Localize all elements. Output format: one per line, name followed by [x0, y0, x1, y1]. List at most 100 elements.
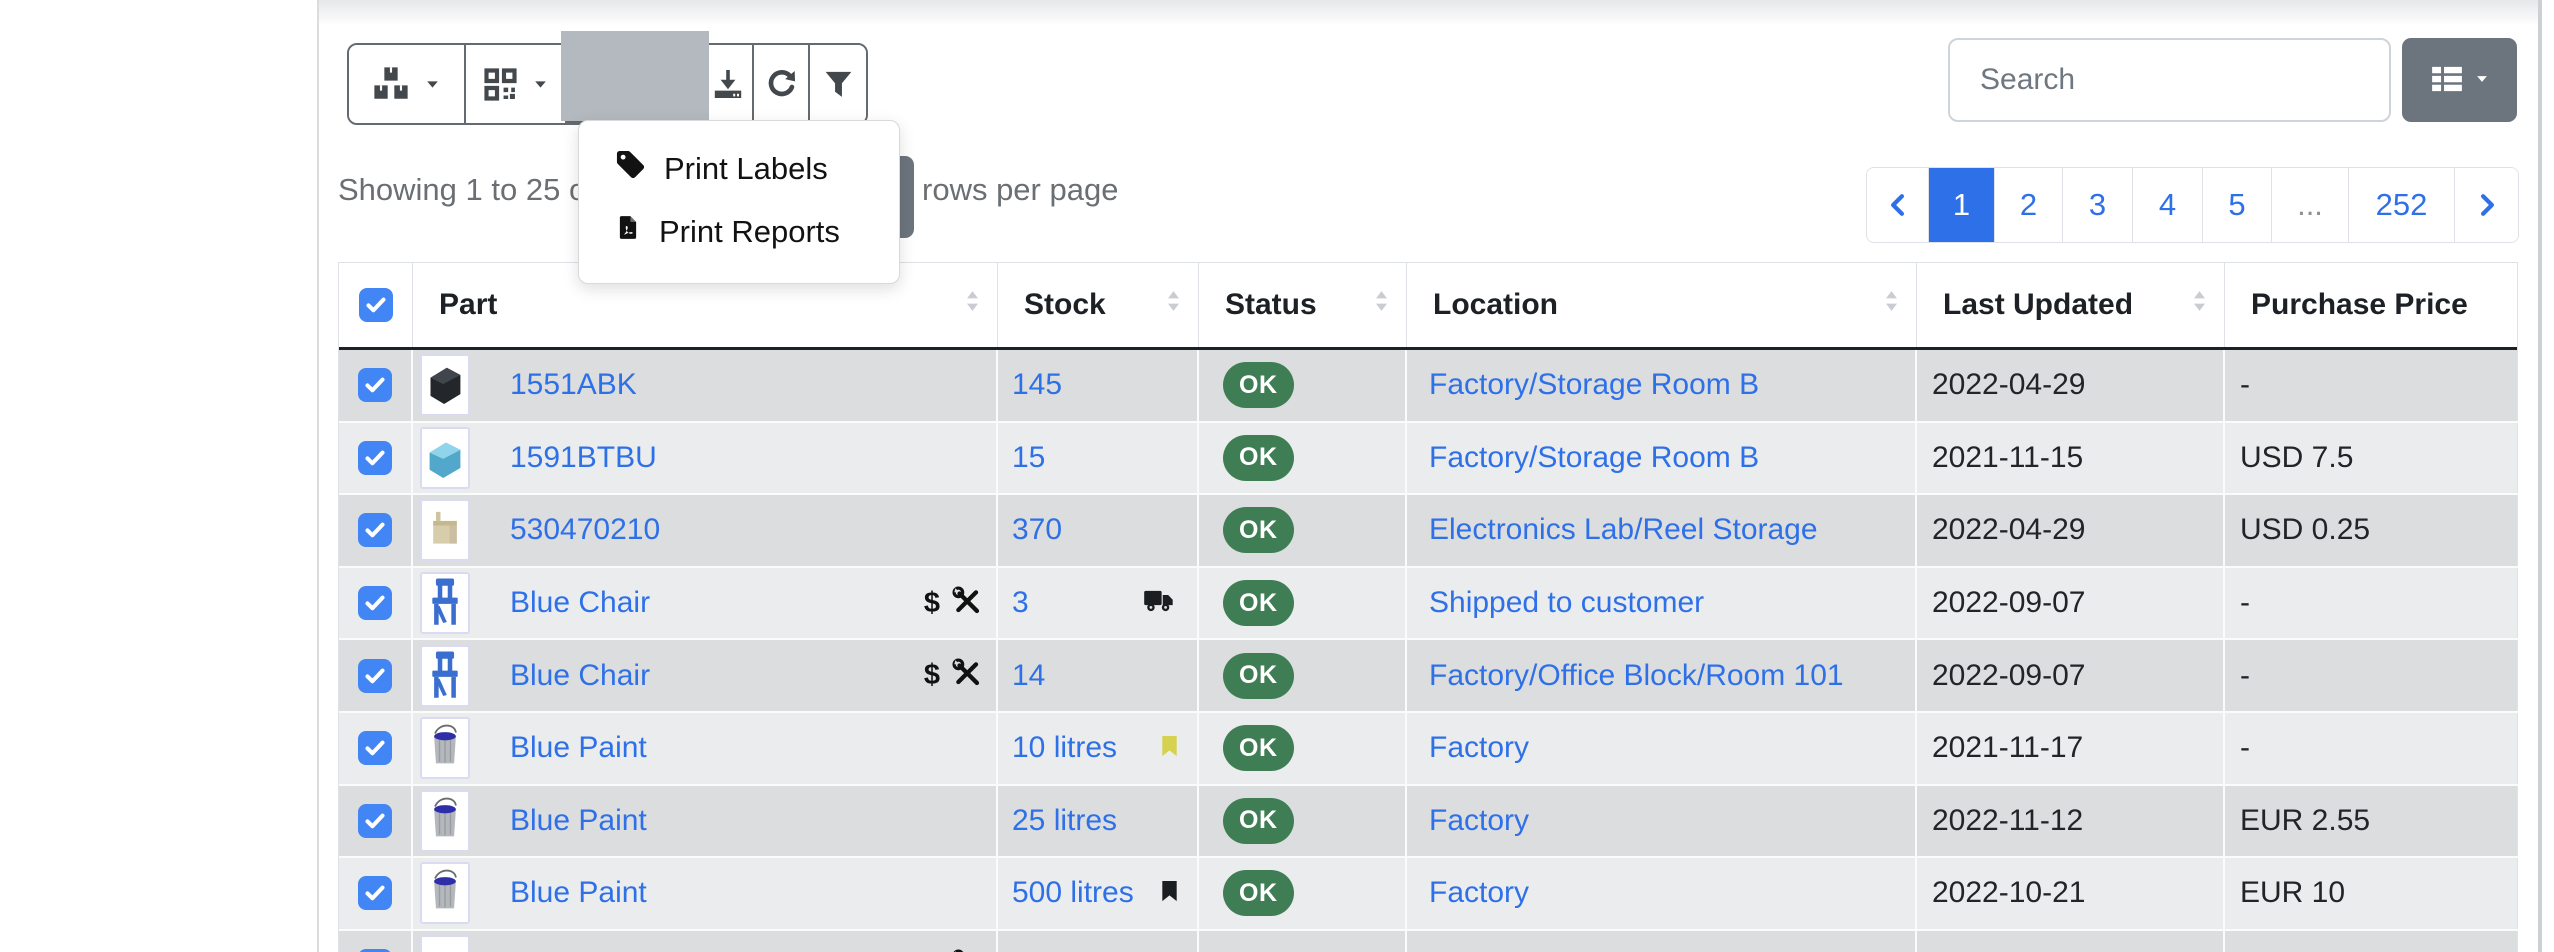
part-thumbnail[interactable]	[420, 572, 470, 634]
column-header-stock[interactable]: Stock	[998, 263, 1199, 347]
last-updated-value: 2021-11-15	[1932, 441, 2083, 475]
stock-link[interactable]: 3	[1012, 586, 1029, 620]
part-thumbnail[interactable]	[420, 717, 470, 779]
location-link[interactable]: Factory	[1429, 804, 1529, 838]
page-ellipsis[interactable]: ...	[2272, 168, 2349, 242]
select-all-header[interactable]	[339, 263, 413, 347]
stock-link[interactable]: 145	[1012, 368, 1062, 402]
location-link[interactable]: Factory	[1429, 876, 1529, 910]
part-link[interactable]: Blue Chair	[510, 659, 650, 693]
row-checkbox[interactable]	[358, 804, 392, 838]
location-link[interactable]: Electronics Lab/Reel Storage	[1429, 513, 1818, 547]
part-link[interactable]: Blue Paint	[510, 876, 647, 910]
last-updated-cell: 2022-09-07	[1917, 568, 2225, 641]
location-link[interactable]: Factory	[1429, 731, 1529, 765]
export-download-button[interactable]	[704, 45, 754, 123]
stock-items-table: PartStockStatusLocationLast UpdatedPurch…	[338, 262, 2518, 952]
scrollbar-track[interactable]	[2538, 0, 2542, 952]
part-thumbnail[interactable]	[420, 427, 470, 489]
part-cell: Blue Paint	[413, 858, 998, 931]
part-link[interactable]: Blue Paint	[510, 731, 647, 765]
refresh-button[interactable]	[754, 45, 811, 123]
last-updated-cell: 2022-10-21	[1917, 858, 2225, 931]
page-button-3[interactable]: 3	[2063, 168, 2133, 242]
row-checkbox[interactable]	[358, 368, 392, 402]
location-link[interactable]: Factory/Storage Room B	[1429, 441, 1759, 475]
row-checkbox[interactable]	[358, 659, 392, 693]
status-badge: OK	[1223, 362, 1294, 408]
stock-table-page: 25 Print LabelsPrint Reports Showing 1 t…	[0, 0, 2554, 952]
table-row: Blue Chair$14OKFactory/Office Block/Room…	[339, 640, 2517, 713]
row-select-cell	[339, 713, 413, 786]
location-cell: Factory/Storage Room B	[1407, 350, 1917, 423]
column-header-last-updated[interactable]: Last Updated	[1917, 263, 2225, 347]
sort-icon[interactable]	[2189, 286, 2210, 324]
stock-link[interactable]: 500 litres	[1012, 876, 1134, 910]
location-link[interactable]: Shipped to customer	[1429, 586, 1704, 620]
page-button-1[interactable]: 1	[1929, 168, 1995, 242]
barcode-actions-button[interactable]	[466, 45, 567, 123]
part-thumbnail[interactable]	[420, 862, 470, 924]
column-header-status[interactable]: Status	[1199, 263, 1407, 347]
search-input[interactable]	[1948, 38, 2391, 122]
table-row: Blue Paint500 litresOKFactory2022-10-21E…	[339, 858, 2517, 931]
table-columns-icon	[2430, 62, 2464, 99]
select-all-checkbox[interactable]	[359, 288, 393, 322]
tools-icon	[952, 586, 982, 621]
sort-icon[interactable]	[1881, 286, 1902, 324]
part-thumbnail[interactable]	[420, 354, 470, 416]
sort-icon[interactable]	[962, 286, 983, 324]
last-updated-cell: 2022-09-07	[1917, 640, 2225, 713]
purchase-price-cell: -	[2225, 350, 2518, 423]
status-badge: OK	[1223, 870, 1294, 916]
tag-icon	[615, 149, 646, 188]
filter-button[interactable]	[810, 45, 866, 123]
stock-cell: 15	[998, 423, 1199, 496]
purchase-price-cell	[2225, 931, 2518, 952]
page-button-2[interactable]: 2	[1995, 168, 2063, 242]
part-thumbnail[interactable]	[420, 935, 470, 952]
print-menu-item-print-labels[interactable]: Print Labels	[579, 137, 899, 200]
page-button-5[interactable]: 5	[2203, 168, 2272, 242]
stock-link[interactable]: 14	[1012, 659, 1045, 693]
location-link[interactable]: Factory/Storage Room B	[1429, 368, 1759, 402]
row-checkbox[interactable]	[358, 441, 392, 475]
row-checkbox[interactable]	[358, 513, 392, 547]
page-prev-button[interactable]	[1867, 168, 1929, 242]
status-badge: OK	[1223, 725, 1294, 771]
stock-flags	[1158, 731, 1181, 766]
purchase-price-cell: -	[2225, 640, 2518, 713]
page-next-button[interactable]	[2455, 168, 2518, 242]
page-button-4[interactable]: 4	[2133, 168, 2203, 242]
row-checkbox[interactable]	[358, 731, 392, 765]
stock-link[interactable]: 25 litres	[1012, 804, 1117, 838]
page-button-252[interactable]: 252	[2349, 168, 2455, 242]
sort-icon[interactable]	[1163, 286, 1184, 324]
column-header-label: Purchase Price	[2251, 288, 2468, 322]
row-checkbox[interactable]	[358, 586, 392, 620]
part-thumbnail[interactable]	[420, 499, 470, 561]
location-link[interactable]: Factory/Office Block/Room 101	[1429, 659, 1844, 693]
part-link[interactable]: 1591BTBU	[510, 441, 657, 475]
column-header-location[interactable]: Location	[1407, 263, 1917, 347]
part-thumbnail[interactable]	[420, 645, 470, 707]
sort-icon[interactable]	[1371, 286, 1392, 324]
last-updated-cell: 2021-11-17	[1917, 713, 2225, 786]
row-checkbox[interactable]	[358, 876, 392, 910]
part-link[interactable]: Blue Paint	[510, 804, 647, 838]
stock-flags	[1158, 876, 1181, 911]
column-visibility-button[interactable]	[2402, 38, 2517, 122]
print-menu-item-print-reports[interactable]: Print Reports	[579, 200, 899, 263]
part-thumbnail[interactable]	[420, 790, 470, 852]
part-link[interactable]: 530470210	[510, 513, 660, 547]
table-body: 1551ABK 145 OK Factory/Storage Room B 2022-0…	[339, 350, 2517, 952]
column-header-purchase-price[interactable]: Purchase Price	[2225, 263, 2518, 347]
stock-actions-button[interactable]	[349, 45, 466, 123]
stock-link[interactable]: 370	[1012, 513, 1062, 547]
row-select-cell	[339, 858, 413, 931]
part-link[interactable]: 1551ABK	[510, 368, 637, 402]
bookmark-black-icon	[1158, 876, 1181, 911]
part-link[interactable]: Blue Chair	[510, 586, 650, 620]
stock-link[interactable]: 10 litres	[1012, 731, 1117, 765]
stock-link[interactable]: 15	[1012, 441, 1045, 475]
